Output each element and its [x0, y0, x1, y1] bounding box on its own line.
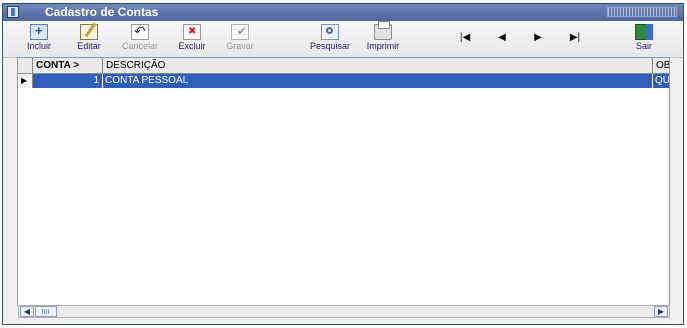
nav-prev-button[interactable]: ◀: [495, 32, 509, 43]
row-indicator-icon: ▶: [18, 74, 33, 88]
title-grip: [607, 7, 677, 17]
edit-icon: [80, 24, 98, 40]
nav-first-button[interactable]: |◀: [458, 32, 472, 43]
cell-conta[interactable]: 1: [33, 74, 103, 88]
nav-last-button[interactable]: ▶|: [568, 32, 582, 43]
editar-button[interactable]: Editar: [71, 24, 107, 54]
delete-icon: [183, 24, 201, 40]
excluir-label: Excluir: [178, 41, 206, 51]
imprimir-label: Imprimir: [366, 41, 400, 51]
cancelar-label: Cancelar: [121, 41, 159, 51]
scroll-thumb[interactable]: [35, 306, 57, 317]
excluir-button[interactable]: Excluir: [173, 24, 211, 54]
gravar-button[interactable]: Gravar: [221, 24, 259, 54]
cell-descricao[interactable]: CONTA PESSOAL: [103, 74, 653, 88]
column-header-descricao[interactable]: DESCRIÇÃO: [103, 58, 653, 73]
exit-door-icon: [635, 24, 653, 40]
incluir-label: Incluir: [26, 41, 51, 51]
window-cadastro-de-contas: Cadastro de Contas Incluir Editar Cancel…: [2, 3, 684, 325]
save-check-icon: [231, 24, 249, 40]
column-header-conta[interactable]: CONTA >: [33, 58, 103, 73]
sair-button[interactable]: Sair: [629, 24, 659, 54]
header-indicator: [18, 58, 33, 73]
window-title: Cadastro de Contas: [45, 5, 159, 19]
nav-next-button[interactable]: ▶: [531, 32, 545, 43]
toolbar: Incluir Editar Cancelar Excluir Gravar P…: [3, 21, 683, 58]
pesquisar-button[interactable]: Pesquisar: [303, 24, 357, 54]
incluir-button[interactable]: Incluir: [21, 23, 57, 54]
table-row[interactable]: ▶ 1 CONTA PESSOAL QU: [18, 74, 669, 88]
imprimir-button[interactable]: Imprimir: [359, 21, 407, 54]
app-icon: [7, 6, 19, 18]
search-icon: [321, 24, 339, 40]
editar-label: Editar: [77, 41, 101, 51]
column-header-obs[interactable]: OB: [653, 58, 669, 73]
scroll-left-button[interactable]: ◀: [20, 306, 34, 317]
title-bar[interactable]: Cadastro de Contas: [3, 4, 683, 21]
add-icon: [30, 23, 48, 40]
cancelar-button[interactable]: Cancelar: [117, 23, 163, 54]
grid-header: CONTA > DESCRIÇÃO OB: [18, 58, 669, 74]
printer-icon: [374, 21, 392, 40]
accounts-grid[interactable]: CONTA > DESCRIÇÃO OB ▶ 1 CONTA PESSOAL Q…: [17, 57, 670, 306]
pesquisar-label: Pesquisar: [309, 41, 351, 51]
horizontal-scrollbar[interactable]: ◀ ▶: [18, 305, 670, 318]
thumb-grip-icon: [42, 309, 50, 314]
scroll-right-button[interactable]: ▶: [654, 306, 668, 317]
sair-label: Sair: [635, 41, 652, 51]
undo-icon: [131, 23, 149, 40]
cell-obs[interactable]: QU: [653, 74, 669, 88]
gravar-label: Gravar: [226, 41, 254, 51]
